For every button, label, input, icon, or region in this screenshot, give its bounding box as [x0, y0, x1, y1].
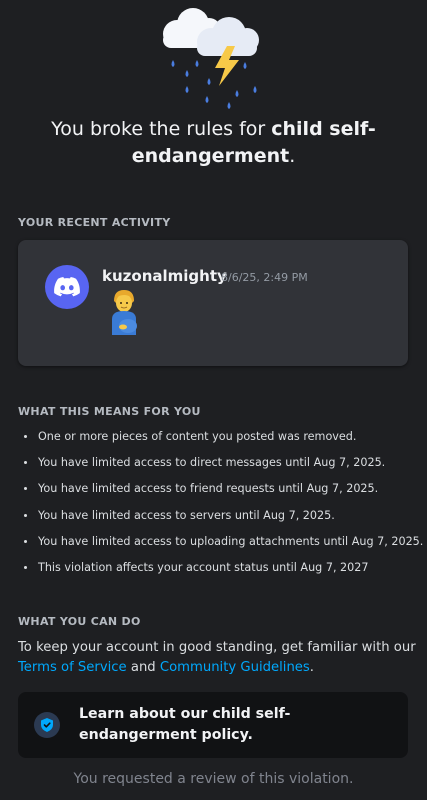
message-timestamp: 8/6/25, 2:49 PM — [221, 271, 308, 284]
period-text: . — [309, 660, 314, 675]
avatar — [45, 265, 89, 309]
list-item: This violation affects your account stat… — [22, 559, 422, 585]
list-item: You have limited access to friend reques… — [22, 480, 422, 506]
policy-button-label: Learn about our child self-endangerment … — [79, 706, 291, 743]
violation-headline: You broke the rules for child self-endan… — [0, 116, 427, 170]
list-item: You have limited access to servers until… — [22, 507, 422, 533]
username[interactable]: kuzonalmighty — [102, 267, 227, 285]
list-item: You have limited access to uploading att… — [22, 533, 423, 559]
consequences-list: One or more pieces of content you posted… — [22, 428, 423, 585]
good-standing-intro: To keep your account in good standing, g… — [18, 640, 416, 655]
what-you-can-do-title: WHAT YOU CAN DO — [18, 615, 141, 628]
good-standing-text: To keep your account in good standing, g… — [18, 638, 418, 678]
discord-logo-icon — [54, 277, 80, 297]
terms-of-service-link[interactable]: Terms of Service — [18, 660, 127, 675]
recent-activity-title: YOUR RECENT ACTIVITY — [18, 216, 171, 229]
pregnant-man-emoji-icon — [112, 290, 137, 335]
list-item: You have limited access to direct messag… — [22, 454, 422, 480]
policy-button[interactable]: Learn about our child self-endangerment … — [18, 692, 408, 758]
headline-suffix: . — [289, 145, 296, 167]
violation-page: You broke the rules for child self-endan… — [0, 0, 427, 800]
review-status: You requested a review of this violation… — [73, 771, 354, 787]
headline-prefix: You broke the rules for — [51, 118, 272, 140]
community-guidelines-link[interactable]: Community Guidelines — [160, 660, 310, 675]
storm-cloud-icon — [162, 8, 259, 109]
shield-icon — [41, 718, 53, 732]
storm-cloud-illustration — [0, 0, 427, 112]
list-item: One or more pieces of content you posted… — [22, 428, 422, 454]
conjunction-text: and — [126, 660, 160, 675]
recent-activity-card: kuzonalmighty 8/6/25, 2:49 PM — [18, 240, 408, 366]
what-this-means-title: WHAT THIS MEANS FOR YOU — [18, 405, 201, 418]
policy-icon-badge — [34, 712, 60, 738]
